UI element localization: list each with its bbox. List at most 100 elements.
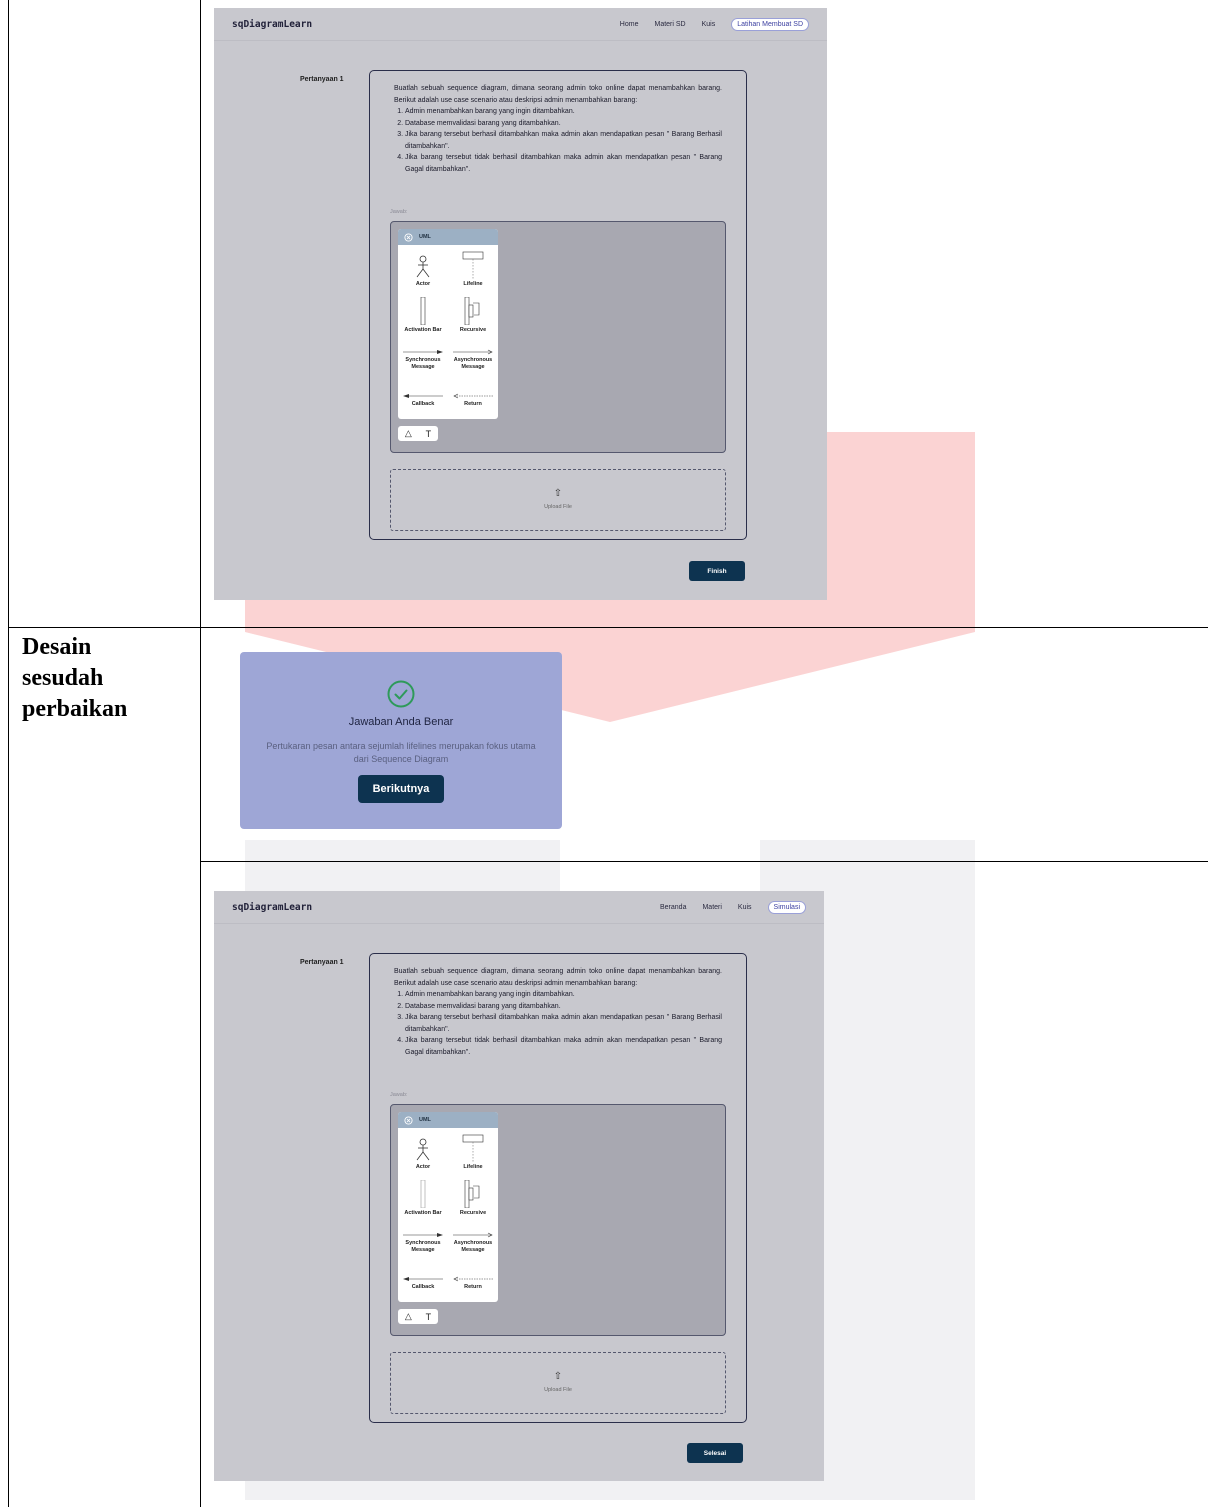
canvas-toolbar: △ T (398, 426, 438, 441)
shapes-icon[interactable]: △ (405, 428, 412, 439)
nav-links: Beranda Materi Kuis Simulasi (660, 901, 806, 914)
nav-materi[interactable]: Materi SD (654, 21, 685, 28)
scenario-steps: Admin menambahkan barang yang ingin dita… (394, 106, 722, 175)
recursive-icon (464, 297, 480, 325)
uml-actor[interactable]: Actor (398, 245, 448, 291)
uml-palette: UML Actor Lifeline Activation Bar Recurs… (398, 229, 498, 419)
uml-async-message[interactable]: Asynchronous Message (448, 1220, 498, 1257)
navbar: sqDiagramLearn Home Materi SD Kuis Latih… (214, 8, 827, 41)
uml-palette-title: UML (419, 1117, 431, 1123)
lifeline-icon (462, 1134, 484, 1162)
async-arrow-icon (453, 1232, 493, 1238)
diagram-canvas[interactable]: UML Actor Lifeline Activation Bar Recurs… (390, 1104, 726, 1336)
uml-item-label: Asynchronous Message (453, 1240, 493, 1253)
brand-logo[interactable]: sqDiagramLearn (232, 19, 312, 30)
question-label: Pertanyaan 1 (300, 76, 344, 83)
text-tool-icon[interactable]: T (426, 1312, 432, 1322)
question-text: Buatlah sebuah sequence diagram, dimana … (394, 966, 722, 1058)
next-button[interactable]: Berikutnya (358, 775, 444, 803)
cloud-upload-icon: ⇧ (553, 488, 563, 499)
uml-palette-header: UML (398, 1112, 498, 1128)
nav-materi[interactable]: Materi (702, 904, 721, 911)
activation-bar-icon (420, 1180, 426, 1208)
return-arrow-icon (453, 393, 493, 399)
question-label: Pertanyaan 1 (300, 959, 344, 966)
answer-label: Jawab: (390, 1092, 408, 1098)
close-circle-icon[interactable] (404, 232, 413, 242)
scenario-step: Jika barang tersebut berhasil ditambahka… (405, 1012, 722, 1035)
uml-recursive[interactable]: Recursive (448, 1174, 498, 1220)
uml-activation-bar[interactable]: Activation Bar (398, 291, 448, 337)
table-row-divider (8, 627, 1208, 628)
actor-icon (416, 1138, 430, 1161)
nav-links: Home Materi SD Kuis Latihan Membuat SD (620, 18, 809, 31)
uml-item-label: Lifeline (463, 1164, 483, 1170)
uml-palette: UML Actor Lifeline Activation Bar Recurs… (398, 1112, 498, 1302)
uml-return[interactable]: Return (448, 1257, 498, 1294)
question-card: Buatlah sebuah sequence diagram, dimana … (369, 953, 747, 1423)
selesai-button[interactable]: Selesai (687, 1443, 743, 1463)
question-card: Buatlah sebuah sequence diagram, dimana … (369, 70, 747, 540)
uml-item-label: Lifeline (463, 281, 483, 287)
callback-arrow-icon (403, 394, 443, 398)
nav-home[interactable]: Home (620, 21, 639, 28)
close-circle-icon[interactable] (404, 1115, 413, 1125)
modal-title: Jawaban Anda Benar (348, 716, 454, 728)
check-circle-icon (387, 680, 415, 708)
uml-return[interactable]: Return (448, 374, 498, 411)
uml-item-label: Return (464, 401, 482, 407)
uml-item-label: Activation Bar (404, 327, 442, 333)
finish-button[interactable]: Finish (689, 561, 745, 581)
cloud-upload-icon: ⇧ (553, 1371, 563, 1382)
row-label: Desain sesudah perbaikan (22, 634, 128, 722)
upload-label: Upload File (544, 504, 572, 510)
sync-arrow-icon (403, 350, 443, 354)
question-intro: Buatlah sebuah sequence diagram, dimana … (394, 968, 722, 987)
upload-dropzone[interactable]: ⇧ Upload File (390, 469, 726, 531)
uml-item-label: Recursive (459, 1210, 487, 1216)
scenario-step: Admin menambahkan barang yang ingin dita… (405, 989, 722, 1001)
uml-async-message[interactable]: Asynchronous Message (448, 337, 498, 374)
nav-beranda[interactable]: Beranda (660, 904, 686, 911)
uml-item-label: Recursive (459, 327, 487, 333)
uml-callback[interactable]: Callback (398, 374, 448, 411)
uml-lifeline[interactable]: Lifeline (448, 1128, 498, 1174)
screenshot-before: sqDiagramLearn Home Materi SD Kuis Latih… (214, 8, 827, 600)
actor-icon (416, 255, 430, 278)
uml-lifeline[interactable]: Lifeline (448, 245, 498, 291)
scenario-steps: Admin menambahkan barang yang ingin dita… (394, 989, 722, 1058)
upload-label: Upload File (544, 1387, 572, 1393)
brand-logo[interactable]: sqDiagramLearn (232, 902, 312, 913)
diagram-canvas[interactable]: UML Actor Lifeline Activation Bar Recurs… (390, 221, 726, 453)
uml-actor[interactable]: Actor (398, 1128, 448, 1174)
table-column-divider (200, 0, 201, 1507)
uml-palette-title: UML (419, 234, 431, 240)
async-arrow-icon (453, 349, 493, 355)
uml-recursive[interactable]: Recursive (448, 291, 498, 337)
nav-simulasi[interactable]: Simulasi (767, 901, 806, 914)
lifeline-icon (462, 251, 484, 279)
shapes-icon[interactable]: △ (405, 1311, 412, 1322)
uml-item-label: Asynchronous Message (453, 357, 493, 370)
uml-activation-bar[interactable]: Activation Bar (398, 1174, 448, 1220)
nav-latihan[interactable]: Latihan Membuat SD (731, 18, 809, 31)
uml-sync-message[interactable]: Synchronous Message (398, 1220, 448, 1257)
nav-kuis[interactable]: Kuis (738, 904, 752, 911)
uml-sync-message[interactable]: Synchronous Message (398, 337, 448, 374)
canvas-toolbar: △ T (398, 1309, 438, 1324)
scenario-step: Jika barang tersebut tidak berhasil dita… (405, 152, 722, 175)
upload-dropzone[interactable]: ⇧ Upload File (390, 1352, 726, 1414)
recursive-icon (464, 1180, 480, 1208)
uml-item-label: Actor (415, 281, 431, 287)
scenario-step: Jika barang tersebut tidak berhasil dita… (405, 1035, 722, 1058)
return-arrow-icon (453, 1276, 493, 1282)
modal-description: Pertukaran pesan antara sejumlah lifelin… (266, 741, 536, 764)
uml-callback[interactable]: Callback (398, 1257, 448, 1294)
text-tool-icon[interactable]: T (426, 429, 432, 439)
uml-item-label: Synchronous Message (405, 357, 441, 370)
nav-kuis[interactable]: Kuis (702, 21, 716, 28)
navbar: sqDiagramLearn Beranda Materi Kuis Simul… (214, 891, 824, 924)
uml-item-label: Activation Bar (404, 1210, 442, 1216)
scenario-step: Database memvalidasi barang yang ditamba… (405, 1001, 722, 1013)
uml-item-label: Callback (411, 401, 435, 407)
